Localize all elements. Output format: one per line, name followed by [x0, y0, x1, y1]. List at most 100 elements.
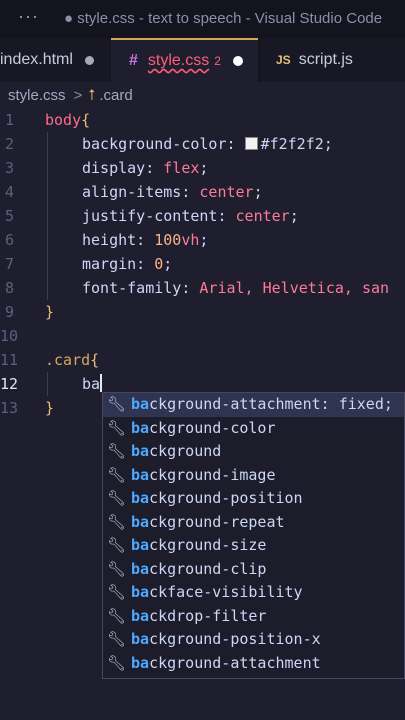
line-number: 10	[0, 327, 19, 345]
match-highlight: ba	[131, 583, 150, 601]
suggestion-item[interactable]: 🔧︎ backface-visibility	[103, 581, 404, 605]
css-selector: .card	[45, 351, 91, 369]
property-wrench-icon: 🔧︎	[107, 442, 127, 460]
suggestion-label: ckground-position	[149, 489, 303, 507]
css-value: center	[235, 207, 290, 225]
typed-text: ba	[82, 375, 101, 393]
tab-index-html[interactable]: index.html	[0, 38, 110, 82]
color-swatch-icon[interactable]	[244, 137, 258, 150]
modified-dot-icon[interactable]	[84, 55, 94, 65]
line-number: 1	[4, 111, 14, 129]
semicolon: ;	[289, 207, 299, 225]
css-value: flex	[163, 159, 200, 177]
css-value: #f2f2f2	[260, 135, 324, 153]
suggestion-item[interactable]: 🔧︎ background-size	[103, 534, 404, 558]
title-bar: ··· ● style.css - text to speech - Visua…	[0, 0, 405, 38]
suggestion-label: ckground-repeat	[149, 512, 285, 531]
suggestion-item[interactable]: 🔧︎ backdrop-filter	[103, 605, 404, 629]
css-property: background-color:	[82, 135, 236, 153]
suggestion-item[interactable]: 🔧︎ background-attachment: fixed;	[103, 393, 404, 417]
semicolon: ;	[199, 231, 209, 249]
match-highlight: ba	[131, 630, 150, 648]
code-line: 1 body{	[0, 108, 405, 132]
css-file-icon: #	[129, 52, 138, 69]
suggestion-item[interactable]: 🔧︎ background-color	[103, 417, 404, 441]
suggestion-item[interactable]: 🔧︎ background-attachment	[103, 652, 404, 676]
brace: }	[45, 303, 55, 321]
suggestion-label: ckground-clip	[149, 559, 267, 578]
property-wrench-icon: 🔧︎	[107, 583, 127, 601]
window-title: ● style.css - text to speech - Visual St…	[64, 10, 383, 27]
css-value: center	[199, 183, 254, 201]
tab-style-css[interactable]: # style.css 2	[111, 38, 258, 82]
line-number: 3	[4, 159, 14, 177]
code-line: 5 justify-content: center;	[0, 204, 405, 228]
code-line: 10	[0, 324, 405, 348]
ellipsis-icon[interactable]: ···	[18, 6, 39, 27]
line-number: 4	[4, 183, 14, 201]
suggestion-label: ckground	[149, 442, 222, 460]
code-line: 11 .card{	[0, 348, 405, 372]
line-number: 2	[4, 135, 14, 153]
suggestion-label: ckground-position-x	[149, 630, 321, 648]
code-line: 6 height: 100vh;	[0, 228, 405, 252]
code-line: 9 }	[0, 300, 405, 324]
code-line: 2 background-color: #f2f2f2;	[0, 132, 405, 156]
property-wrench-icon: 🔧︎	[107, 465, 127, 484]
suggestion-label: ckground-image	[149, 465, 276, 484]
suggestion-item[interactable]: 🔧︎ background-image	[103, 464, 404, 488]
css-selector: body	[45, 111, 82, 129]
css-number: 100	[154, 231, 182, 249]
autocomplete-suggestions[interactable]: 🔧︎ background-attachment: fixed; 🔧︎ back…	[102, 392, 405, 679]
brace: {	[90, 351, 100, 369]
editor-tabs: index.html # style.css 2 JS script.js	[0, 38, 405, 82]
match-highlight: ba	[131, 653, 150, 672]
css-unit: vh	[181, 231, 200, 249]
suggestion-label: ckground-size	[149, 536, 267, 554]
suggestion-item[interactable]: 🔧︎ background-position-x	[103, 628, 404, 652]
property-wrench-icon: 🔧︎	[107, 630, 127, 648]
breadcrumb-symbol[interactable]: .card	[99, 87, 132, 104]
line-number: 7	[4, 255, 14, 273]
match-highlight: ba	[131, 559, 150, 578]
brace: }	[45, 399, 55, 417]
suggestion-label: ckface-visibility	[149, 583, 303, 601]
match-highlight: ba	[131, 442, 150, 460]
semicolon: ;	[323, 135, 333, 153]
css-property: align-items:	[82, 183, 191, 201]
property-wrench-icon: 🔧︎	[107, 489, 127, 507]
brace: {	[81, 111, 91, 129]
css-property: display:	[82, 159, 155, 177]
css-property: margin:	[82, 255, 146, 273]
css-property: justify-content:	[82, 207, 227, 225]
tab-label: index.html	[0, 51, 73, 68]
suggestion-label: ckground-attachment: fixed;	[149, 395, 393, 413]
js-file-icon: JS	[276, 53, 291, 67]
match-highlight: ba	[131, 606, 150, 625]
modified-dot-icon[interactable]	[232, 56, 243, 66]
match-highlight: ba	[131, 536, 150, 554]
breadcrumb-file[interactable]: style.css	[8, 87, 66, 104]
tab-label: style.css	[147, 52, 210, 69]
line-number: 12	[0, 375, 19, 393]
line-number: 11	[0, 351, 19, 369]
property-wrench-icon: 🔧︎	[107, 536, 127, 554]
breadcrumb: style.css > ⭡ .card	[0, 82, 405, 108]
suggestion-item[interactable]: 🔧︎ background	[103, 440, 404, 464]
line-number: 6	[4, 231, 14, 249]
suggestion-item[interactable]: 🔧︎ background-repeat	[103, 511, 404, 535]
semicolon: ;	[253, 183, 263, 201]
match-highlight: ba	[131, 465, 150, 484]
suggestion-item[interactable]: 🔧︎ background-position	[103, 487, 404, 511]
line-number: 13	[0, 399, 19, 417]
code-line: 4 align-items: center;	[0, 180, 405, 204]
match-highlight: ba	[131, 395, 150, 413]
semicolon: ;	[199, 159, 209, 177]
text-cursor	[100, 374, 103, 392]
line-number: 9	[4, 303, 14, 321]
tab-script-js[interactable]: JS script.js	[260, 38, 405, 82]
suggestion-item[interactable]: 🔧︎ background-clip	[103, 558, 404, 582]
match-highlight: ba	[131, 489, 150, 507]
property-wrench-icon: 🔧︎	[107, 653, 127, 672]
code-line: 3 display: flex;	[0, 156, 405, 180]
